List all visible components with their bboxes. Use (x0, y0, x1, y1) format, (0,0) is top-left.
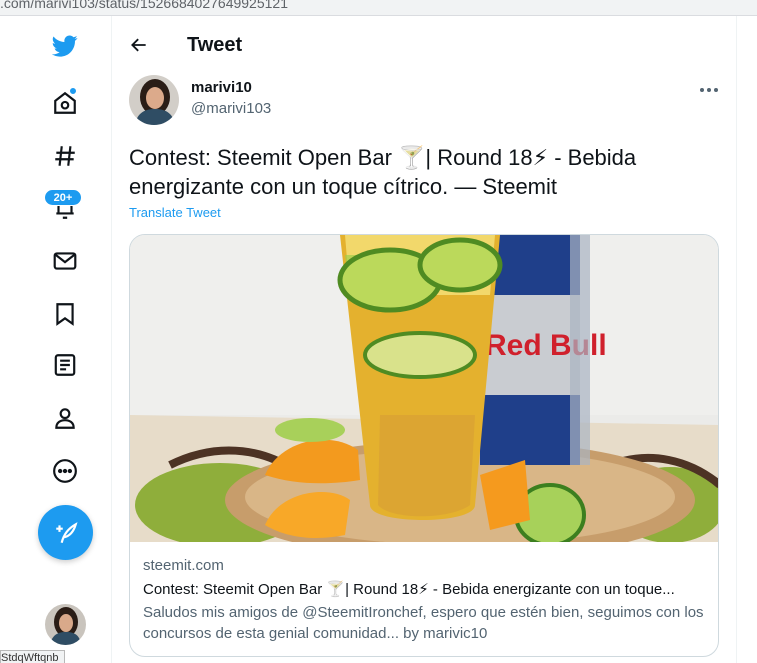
author-avatar[interactable] (129, 75, 179, 125)
tweet-detail: Tweet marivi10 @marivi103 Contest: Steem… (112, 16, 737, 663)
translate-tweet-link[interactable]: Translate Tweet (129, 205, 221, 220)
card-title: Contest: Steemit Open Bar 🍸| Round 18⚡ -… (143, 581, 675, 598)
account-avatar[interactable] (45, 604, 86, 645)
back-button[interactable] (126, 32, 152, 58)
home-new-dot (69, 87, 77, 95)
bookmark-icon (56, 303, 74, 326)
sidebar-nav: 20+ (0, 16, 112, 663)
sidebar-item-profile[interactable] (41, 394, 89, 442)
browser-url-bar[interactable]: .com/marivi103/status/152668402764992512… (0, 0, 757, 16)
mail-icon (53, 252, 77, 270)
sidebar-item-lists[interactable] (41, 341, 89, 389)
sidebar-item-messages[interactable] (41, 237, 89, 285)
url-text: .com/marivi103/status/152668402764992512… (0, 0, 288, 11)
notifications-badge: 20+ (44, 189, 82, 206)
lists-icon (54, 354, 76, 376)
arrow-left-icon (131, 38, 146, 52)
sidebar-item-explore[interactable] (41, 132, 89, 180)
tweet-text: Contest: Steemit Open Bar 🍸| Round 18⚡ -… (129, 145, 637, 199)
avatar-photo (129, 75, 179, 125)
link-preview-card[interactable]: Red Bull steemit.com Contest: Steemit Op… (129, 234, 719, 657)
sidebar-item-more[interactable] (41, 447, 89, 495)
dot-icon (714, 88, 718, 92)
page-title: Tweet (187, 34, 243, 56)
person-icon (55, 408, 75, 429)
compose-tweet-button[interactable] (38, 505, 93, 560)
dot-icon (707, 88, 711, 92)
card-description: Saludos mis amigos de @SteemitIronchef, … (143, 604, 704, 642)
twitter-bird-icon (52, 35, 78, 57)
card-image: Red Bull (130, 235, 718, 560)
sidebar-item-bookmarks[interactable] (41, 290, 89, 338)
dot-icon (700, 88, 704, 92)
card-domain: steemit.com (143, 557, 224, 574)
avatar-photo (45, 604, 86, 645)
status-tooltip: StdqWftqnb (0, 650, 66, 663)
more-options-button[interactable] (696, 84, 722, 96)
author-display-name[interactable]: marivi10 (191, 79, 252, 96)
more-circle-icon (53, 459, 77, 483)
hashtag-icon (55, 146, 75, 166)
twitter-logo-link[interactable] (41, 22, 89, 70)
author-handle[interactable]: @marivi103 (191, 100, 271, 117)
feather-plus-icon (55, 521, 78, 543)
sidebar-item-home[interactable] (41, 79, 89, 127)
